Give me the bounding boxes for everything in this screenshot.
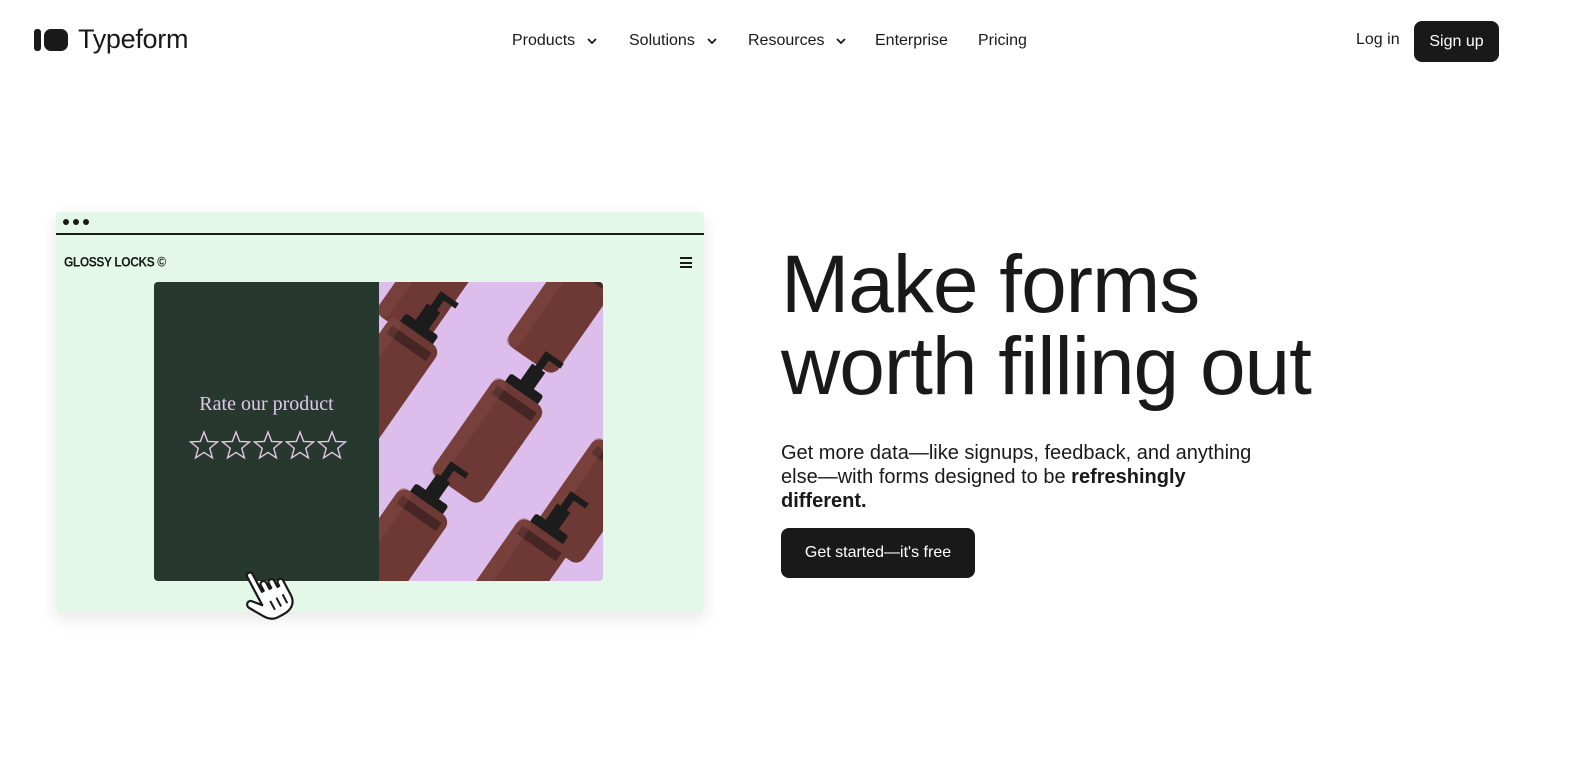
- get-started-button[interactable]: Get started—it's free: [781, 528, 975, 578]
- window-dots-icon: [63, 219, 89, 225]
- headline-line-2: worth filling out: [781, 321, 1312, 412]
- headline-line-1: Make forms: [781, 239, 1200, 330]
- rating-panel: Rate our product: [154, 282, 379, 581]
- logo-text: Typeform: [78, 24, 189, 54]
- chevron-down-icon: [707, 38, 717, 45]
- product-image: [379, 282, 603, 581]
- nav-solutions[interactable]: Solutions: [629, 32, 748, 50]
- typeform-logo-icon: [34, 28, 68, 51]
- nav-pricing-label: Pricing: [978, 32, 1027, 49]
- chevron-down-icon: [836, 38, 847, 45]
- menu-icon: [680, 257, 694, 269]
- mockup-brand: GLOSSY LOCKS ©: [64, 254, 166, 271]
- nav-resources-label: Resources: [748, 32, 825, 49]
- nav-enterprise-label: Enterprise: [875, 32, 948, 49]
- nav-products[interactable]: Products: [512, 32, 629, 50]
- nav-resources[interactable]: Resources: [748, 32, 875, 50]
- login-link[interactable]: Log in: [1356, 31, 1400, 49]
- pointer-hand-icon: [245, 571, 294, 620]
- star-icon[interactable]: [285, 430, 315, 460]
- product-mockup: GLOSSY LOCKS © Rate our product: [56, 212, 704, 612]
- nav-products-label: Products: [512, 32, 576, 49]
- rating-card: Rate our product: [154, 282, 603, 581]
- main-nav: Products Solutions Resources Enterprise …: [512, 30, 1027, 52]
- nav-pricing[interactable]: Pricing: [978, 32, 1027, 50]
- site-header: Typeform Products Solutions Resources En…: [0, 0, 1592, 82]
- typeform-logo[interactable]: Typeform: [34, 24, 188, 55]
- chevron-down-icon: [587, 38, 597, 45]
- nav-solutions-label: Solutions: [629, 32, 695, 49]
- star-icon[interactable]: [189, 430, 219, 460]
- rating-title: Rate our product: [199, 393, 334, 415]
- signup-button[interactable]: Sign up: [1414, 21, 1499, 62]
- hero-headline: Make forms worth filling out: [781, 239, 1312, 412]
- hero-subtext: Get more data—like signups, feedback, an…: [781, 441, 1261, 513]
- mockup-divider: [56, 233, 704, 235]
- star-icon[interactable]: [253, 430, 283, 460]
- bottles-illustration: [379, 282, 603, 581]
- star-rating: [189, 430, 347, 460]
- star-icon[interactable]: [221, 430, 251, 460]
- star-icon[interactable]: [317, 430, 347, 460]
- nav-enterprise[interactable]: Enterprise: [875, 32, 978, 50]
